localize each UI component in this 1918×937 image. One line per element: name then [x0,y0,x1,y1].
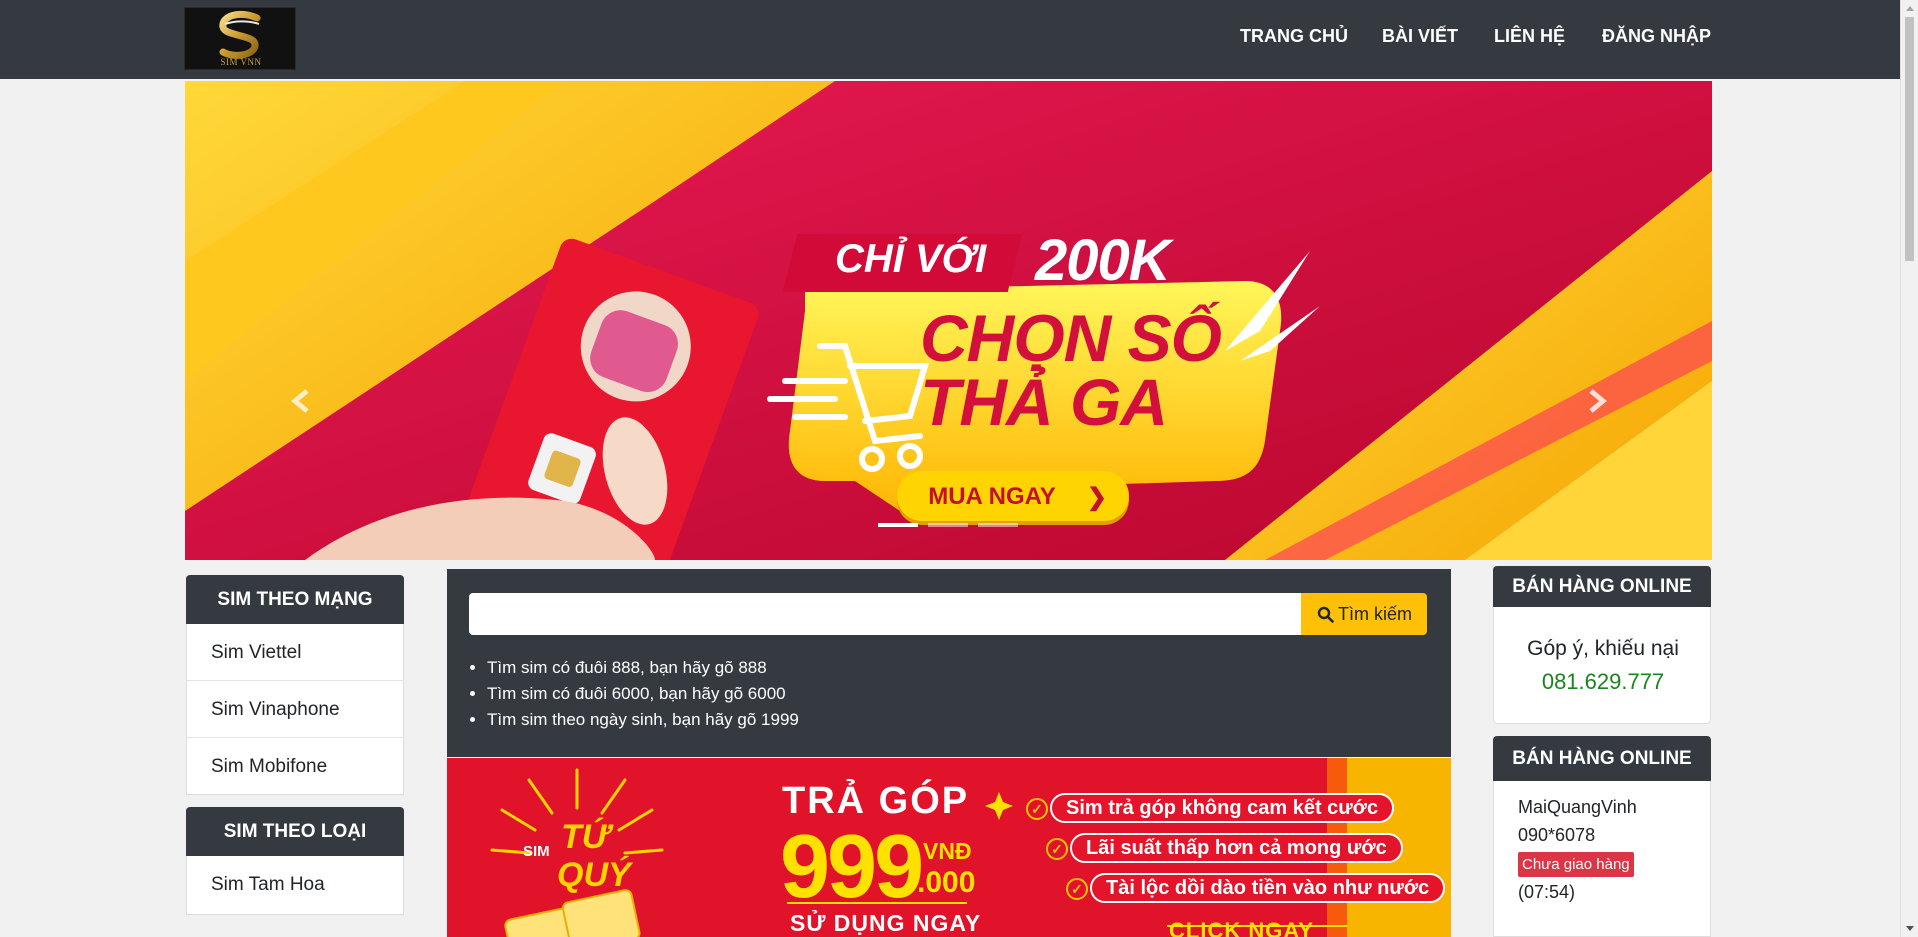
sidebar-item-tam-hoa[interactable]: Sim Tam Hoa [187,856,403,913]
orders-panel: MaiQuangVinh 090*6078 Chưa giao hàng (07… [1493,781,1711,937]
promo-benefit: Lãi suất thấp hơn cả mong ước [1070,833,1403,863]
carousel-indicator-1[interactable] [878,523,918,527]
buy-now-label: MUA NGAY [928,483,1056,510]
top-navbar: SIM VNN TRANG CHỦ BÀI VIẾT LIÊN HỆ ĐĂNG … [0,0,1900,79]
feedback-label: Góp ý, khiếu nại [1527,637,1679,660]
promo-quy-label: QUÝ [557,856,631,894]
promo-currency: VNĐ [923,838,972,864]
buy-now-button[interactable]: MUA NGAY ❯ [897,471,1129,521]
chevron-right-icon: ❯ [1086,484,1107,511]
order-status-badge: Chưa giao hàng [1518,852,1634,877]
site-logo[interactable]: SIM VNN [184,7,296,70]
nav-dang-nhap[interactable]: ĐĂNG NHẬP [1602,26,1711,47]
hero-headline: CHỌN SỐ THẢ GA [920,301,1400,439]
search-tip: Tìm sim theo ngày sinh, bạn hãy gõ 1999 [487,707,799,733]
check-circle-icon: ✓ [1026,798,1048,820]
hotline-phone[interactable]: 081.629.777 [1494,669,1712,695]
scroll-up-arrow-icon[interactable] [1906,6,1914,11]
scroll-thumb[interactable] [1905,17,1914,261]
installment-promo-banner[interactable]: SIM TỨ QUÝ TRẢ GÓP 999 VNĐ .000 SỬ DỤNG … [447,758,1451,937]
hero-headline-line1: CHỌN SỐ [920,301,1222,375]
search-button[interactable]: Tìm kiếm [1301,593,1427,635]
order-time: (07:54) [1518,882,1576,902]
carousel-indicator-2[interactable] [928,523,968,527]
promo-amount: 999 [780,817,924,917]
carousel-indicator-3[interactable] [978,523,1018,527]
sidebar-item-vinaphone[interactable]: Sim Vinaphone [187,681,403,738]
check-circle-icon: ✓ [1066,878,1088,900]
promo-benefit: Sim trả góp không cam kết cước [1050,793,1395,823]
hero-ribbon-text: CHỈ VỚI [835,237,987,281]
logo-text: SIM VNN [220,57,262,67]
chevron-right-icon [1589,389,1607,413]
carousel-next-button[interactable] [1577,371,1617,431]
orders-panel-title: BÁN HÀNG ONLINE [1493,736,1711,781]
carousel-prev-button[interactable] [281,371,321,431]
type-panel-title: SIM THEO LOẠI [186,807,404,856]
search-tips: Tìm sim có đuôi 888, bạn hãy gõ 888 Tìm … [487,655,799,733]
check-circle-icon: ✓ [1046,838,1068,860]
promo-sim-label: SIM [523,843,550,860]
search-tip: Tìm sim có đuôi 888, bạn hãy gõ 888 [487,655,799,681]
search-panel: Tìm kiếm Tìm sim có đuôi 888, bạn hãy gõ… [447,569,1451,757]
scroll-down-arrow-icon[interactable] [1906,926,1914,931]
search-icon [1317,606,1334,623]
nav-lien-he[interactable]: LIÊN HỆ [1494,26,1565,47]
sidebar-item-viettel[interactable]: Sim Viettel [187,624,403,681]
promo-use-now: SỬ DỤNG NGAY [790,910,982,936]
promo-click-now[interactable]: CLICK NGAY [1169,918,1314,937]
network-panel-title: SIM THEO MẠNG [186,575,404,624]
order-customer-name: MaiQuangVinh [1518,797,1637,817]
promo-benefit: Tài lộc dồi dào tiền vào như nước [1090,873,1446,903]
sidebar-item-mobifone[interactable]: Sim Mobifone [187,738,403,795]
nav-trang-chu[interactable]: TRANG CHỦ [1240,26,1348,47]
contact-panel: Góp ý, khiếu nại 081.629.777 [1493,607,1711,724]
search-input[interactable] [469,593,1301,635]
page-scrollbar[interactable] [1900,0,1918,937]
chevron-left-icon [291,389,309,413]
order-customer-phone: 090*6078 [1518,825,1596,845]
hero-price: 200K [1035,228,1171,293]
search-tip: Tìm sim có đuôi 6000, bạn hãy gõ 6000 [487,681,799,707]
type-panel: Sim Tam Hoa [186,856,404,915]
hero-carousel[interactable]: CHỈ VỚI 200K CHỌN SỐ THẢ GA MUA NGAY ❯ [185,81,1712,560]
search-button-label: Tìm kiếm [1338,604,1412,624]
promo-thousand: .000 [917,866,976,899]
hero-headline-line2: THẢ GA [920,365,1168,439]
nav-bai-viet[interactable]: BÀI VIẾT [1382,26,1458,47]
contact-panel-title: BÁN HÀNG ONLINE [1493,566,1711,607]
network-panel: Sim Viettel Sim Vinaphone Sim Mobifone [186,624,404,795]
promo-tu-label: TỨ [561,818,610,856]
